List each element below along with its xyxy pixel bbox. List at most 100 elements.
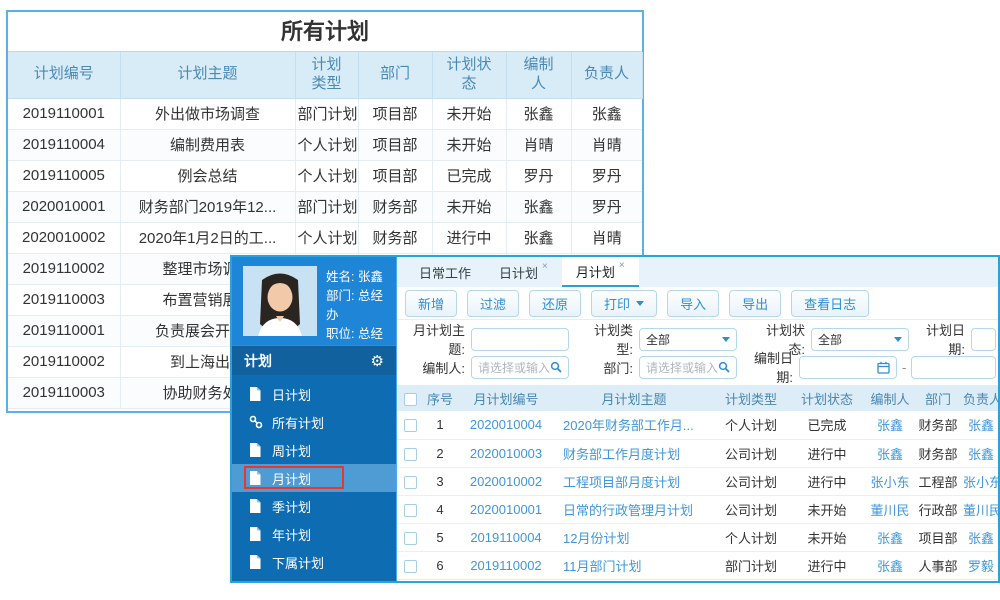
plan-code-link[interactable]: 2020010003 (457, 439, 555, 468)
row-checkbox[interactable] (403, 419, 417, 433)
toolbar-button[interactable]: 过滤 (467, 289, 520, 317)
table-row[interactable]: 4 2020010001 日常的行政管理月计划 公司计划 未开始 董川民 行政部… (397, 495, 998, 524)
sidebar-menu-item[interactable]: 季计划 (232, 492, 396, 520)
sidebar-menu-item[interactable]: 所有计划 (232, 408, 396, 436)
plan-code-link[interactable]: 2020010004 (457, 411, 555, 440)
plan-status-cell: 进行中 (789, 551, 865, 580)
row-select-cell (397, 467, 423, 496)
file-icon (249, 499, 263, 513)
type-filter-select[interactable]: 全部 (639, 327, 737, 351)
plan-subject-link[interactable]: 12月份计划 (555, 523, 713, 552)
subject-filter-input[interactable] (471, 327, 569, 351)
plan-owner-cell: 罗丹 (571, 191, 642, 223)
table-row[interactable]: 3 2020010002 工程项目部月度计划 公司计划 进行中 张小东 工程部 … (397, 467, 998, 496)
plan-owner-cell: 肖晴 (571, 222, 642, 254)
row-checkbox[interactable] (403, 475, 417, 489)
toolbar-button[interactable]: 新增 (405, 289, 458, 317)
compile-date-start-input[interactable] (799, 355, 897, 379)
monthly-plan-column-header: 计划类型 (713, 385, 789, 411)
plan-code-link[interactable]: 2020010001 (457, 495, 555, 524)
plan-type-cell: 个人计划 (295, 129, 359, 161)
table-row[interactable]: 2019110005 例会总结 个人计划 项目部 已完成 罗丹 罗丹 (8, 160, 642, 192)
row-checkbox[interactable] (403, 531, 417, 545)
compiler-filter-input[interactable]: 请选择或输入 (471, 355, 569, 379)
compiler-filter-placeholder: 请选择或输入 (478, 360, 551, 375)
toolbar-button[interactable]: 导入 (667, 289, 720, 317)
plan-compiler-cell: 罗丹 (506, 160, 572, 192)
close-icon[interactable]: × (619, 260, 625, 271)
plan-compiler-link[interactable]: 董川民 (865, 495, 915, 524)
plan-subject-link[interactable]: 11月部门计划 (555, 551, 713, 580)
sidebar-menu-item[interactable]: 月计划 (232, 464, 396, 492)
plan-compiler-link[interactable]: 张小东 (865, 467, 915, 496)
table-row[interactable]: 2020010002 2020年1月2日的工... 个人计划 财务部 进行中 张… (8, 222, 642, 254)
plan-owner-link[interactable]: 张鑫 (961, 411, 998, 440)
plan-code-link[interactable]: 2019110004 (457, 523, 555, 552)
all-plans-column-header: 计划状态 (432, 52, 507, 99)
plan-type-cell: 公司计划 (713, 467, 789, 496)
plan-subject-link[interactable]: 工程项目部月度计划 (555, 467, 713, 496)
table-row[interactable]: 5 2019110004 12月份计划 个人计划 未开始 张鑫 项目部 张鑫 (397, 523, 998, 552)
calendar-icon (877, 361, 890, 374)
plan-subject-link[interactable]: 财务部工作月度计划 (555, 439, 713, 468)
monthly-plan-column-header: 编制人 (865, 385, 915, 411)
plan-code-link[interactable]: 2020010002 (457, 467, 555, 496)
plan-owner-link[interactable]: 罗毅 (961, 551, 998, 580)
table-row[interactable]: 6 2019110002 11月部门计划 部门计划 进行中 张鑫 人事部 罗毅 (397, 551, 998, 580)
table-row[interactable]: 2020010001 财务部门2019年12... 部门计划 财务部 未开始 张… (8, 191, 642, 223)
plan-date-filter-input[interactable] (971, 327, 996, 351)
plan-owner-link[interactable]: 张鑫 (961, 439, 998, 468)
plan-code-cell: 2019110001 (8, 315, 121, 347)
search-icon (718, 361, 730, 373)
all-plans-column-header: 计划编号 (8, 52, 121, 99)
table-row[interactable]: 1 2020010004 2020年财务部工作月... 个人计划 已完成 张鑫 … (397, 411, 998, 440)
dept-filter-input[interactable]: 请选择或输入 (639, 355, 737, 379)
tab[interactable]: 日计划 × (485, 257, 562, 287)
plan-subject-link[interactable]: 日常的行政管理月计划 (555, 495, 713, 524)
plan-compiler-link[interactable]: 张鑫 (865, 523, 915, 552)
link-icon (249, 415, 263, 429)
toolbar-button[interactable]: 打印 (591, 289, 658, 317)
select-all-checkbox[interactable] (403, 392, 417, 406)
compile-date-end-input[interactable] (911, 355, 996, 379)
plan-owner-link[interactable]: 张鑫 (961, 523, 998, 552)
gear-icon[interactable]: ⚙ (371, 352, 384, 370)
table-row[interactable]: 2019110001 外出做市场调查 部门计划 项目部 未开始 张鑫 张鑫 (8, 98, 642, 130)
tab-label: 日常工作 (419, 265, 472, 281)
plan-type-cell: 个人计划 (295, 222, 359, 254)
toolbar-button[interactable]: 导出 (729, 289, 782, 317)
table-row[interactable]: 2 2020010003 财务部工作月度计划 公司计划 进行中 张鑫 财务部 张… (397, 439, 998, 468)
plan-owner-link[interactable]: 张小东 (961, 467, 998, 496)
status-filter-select[interactable]: 全部 (811, 327, 909, 351)
subject-filter-label: 月计划主题: (412, 323, 465, 357)
plan-code-link[interactable]: 2019110002 (457, 551, 555, 580)
sidebar-menu-item[interactable]: 年计划 (232, 520, 396, 548)
table-row[interactable]: 2019110004 编制费用表 个人计划 项目部 未开始 肖晴 肖晴 (8, 129, 642, 161)
sidebar-menu-item[interactable]: 下属计划 (232, 548, 396, 576)
plan-owner-link[interactable]: 董川民 (961, 495, 998, 524)
tab[interactable]: 月计划 × (561, 257, 639, 287)
plan-compiler-link[interactable]: 张鑫 (865, 551, 915, 580)
toolbar-button[interactable]: 还原 (529, 289, 582, 317)
plan-compiler-link[interactable]: 张鑫 (865, 411, 915, 440)
plan-subject-link[interactable]: 2020年财务部工作月... (555, 411, 713, 440)
sidebar-menu-item[interactable]: 日计划 (232, 380, 396, 408)
plan-compiler-link[interactable]: 张鑫 (865, 439, 915, 468)
all-plans-column-header: 负责人 (571, 52, 643, 99)
search-icon (550, 361, 562, 373)
row-checkbox[interactable] (403, 559, 417, 573)
close-icon[interactable]: × (542, 261, 548, 272)
monthly-plan-column-header: 月计划编号 (457, 385, 555, 411)
tab[interactable]: 日常工作 × (405, 257, 485, 287)
plan-status-cell: 进行中 (432, 222, 507, 254)
plan-code-cell: 2020010001 (8, 191, 121, 223)
sidebar-menu-item-label: 所有计划 (272, 415, 325, 431)
sidebar-menu-item[interactable]: 周计划 (232, 436, 396, 464)
toolbar-button[interactable]: 查看日志 (791, 289, 870, 317)
plan-date-filter-label: 计划日期: (925, 323, 965, 357)
plan-status-cell: 未开始 (789, 523, 865, 552)
row-checkbox[interactable] (403, 447, 417, 461)
toolbar-button-label: 过滤 (480, 296, 507, 312)
user-profile: 姓名: 张鑫 部门: 总经办 职位: 总经理 (232, 257, 396, 360)
row-checkbox[interactable] (403, 503, 417, 517)
